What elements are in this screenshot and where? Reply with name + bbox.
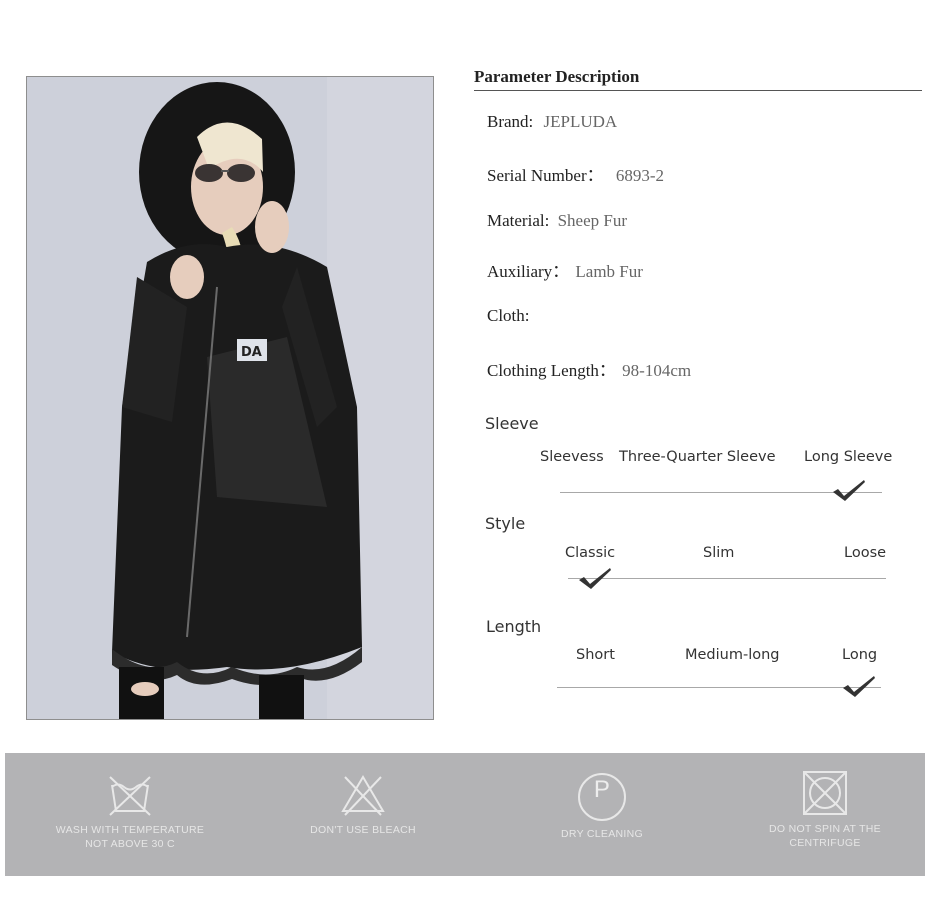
- no-bleach-icon: [341, 775, 385, 816]
- spin-text-line1: DO NOT SPIN AT THE: [769, 823, 881, 835]
- spin-text-line2: CENTRIFUGE: [789, 837, 861, 849]
- wash-text-line2: NOT ABOVE 30 C: [85, 838, 175, 850]
- bleach-text: DON'T USE BLEACH: [310, 824, 416, 836]
- care-bleach: DON'T USE BLEACH: [288, 771, 438, 837]
- style-scale-line: [568, 578, 886, 579]
- length-scale-line: [557, 687, 881, 688]
- care-instructions-band: WASH WITH TEMPERATURE NOT ABOVE 30 C DON…: [5, 753, 925, 876]
- care-spin: DO NOT SPIN AT THE CENTRIFUGE: [745, 768, 905, 850]
- length-option-medium-long: Medium-long: [685, 647, 780, 663]
- auxiliary-value: Lamb Fur: [575, 262, 643, 281]
- material-value: Sheep Fur: [557, 211, 627, 230]
- sleeve-label: Sleeve: [485, 414, 539, 433]
- care-wash: WASH WITH TEMPERATURE NOT ABOVE 30 C: [45, 771, 215, 851]
- serial-number-value: 6893-2: [615, 166, 665, 185]
- wash-icon: [109, 776, 151, 816]
- material-row: Material: Sheep Fur: [487, 211, 627, 231]
- style-option-loose: Loose: [844, 545, 887, 561]
- clothing-length-value: 98-104cm: [622, 361, 692, 380]
- sleeve-option-sleeveless: Sleevess: [540, 449, 604, 465]
- clothing-length-row: Clothing Length： 98-104cm: [487, 356, 691, 381]
- auxiliary-row: Auxiliary： Lamb Fur: [487, 257, 643, 282]
- style-option-slim: Slim: [703, 545, 735, 561]
- dry-clean-text: DRY CLEANING: [561, 828, 643, 840]
- product-photo: DA: [26, 76, 434, 720]
- brand-label: Brand:: [487, 112, 534, 131]
- brand-value: JEPLUDA: [543, 112, 618, 131]
- no-tumble-dry-icon: [803, 771, 847, 815]
- sleeve-check-icon: [833, 480, 865, 501]
- serial-number-row: Serial Number： 6893-2: [487, 161, 664, 186]
- length-label: Length: [486, 617, 542, 636]
- svg-text:DA: DA: [241, 345, 262, 360]
- parameter-description-title: Parameter Description: [474, 67, 640, 86]
- sleeve-option-long: Long Sleeve: [804, 449, 893, 465]
- title-divider: [474, 90, 922, 91]
- cloth-row: Cloth:: [487, 306, 530, 326]
- serial-number-label: Serial Number：: [487, 166, 604, 185]
- cloth-label: Cloth:: [487, 306, 530, 325]
- length-option-long: Long: [842, 647, 878, 663]
- auxiliary-label: Auxiliary：: [487, 262, 570, 281]
- sleeve-option-three-quarter: Three-Quarter Sleeve: [619, 449, 776, 465]
- dry-clean-symbol: P: [593, 776, 611, 803]
- care-dry-cleaning: P DRY CLEANING: [527, 771, 677, 841]
- wash-text-line1: WASH WITH TEMPERATURE: [55, 824, 205, 836]
- brand-row: Brand: JEPLUDA: [487, 112, 617, 132]
- material-label: Material:: [487, 211, 550, 230]
- clothing-length-label: Clothing Length：: [487, 361, 616, 380]
- style-check-icon: [579, 568, 611, 589]
- length-check-icon: [843, 676, 875, 697]
- length-option-short: Short: [576, 647, 615, 663]
- style-option-classic: Classic: [565, 545, 616, 561]
- style-label: Style: [485, 514, 526, 533]
- model-in-fur-coat-image: DA: [27, 77, 433, 719]
